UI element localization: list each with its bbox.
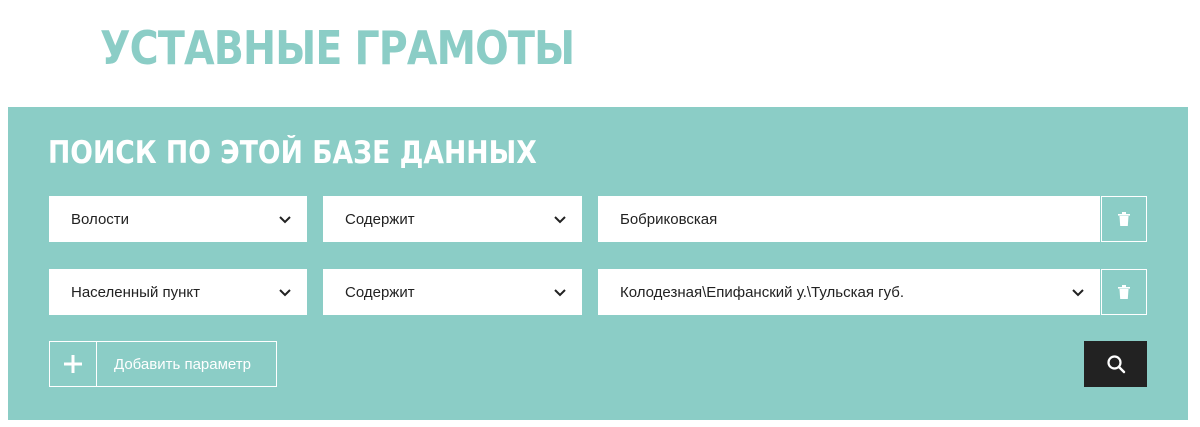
chevron-down-icon (554, 289, 566, 297)
value-input-text: Бобриковская (620, 210, 718, 228)
field-select-value: Населенный пункт (71, 283, 201, 301)
delete-row-2-button[interactable] (1101, 269, 1147, 315)
plus-icon (50, 342, 97, 386)
chevron-down-icon (1072, 289, 1084, 297)
field-select-value: Волости (71, 210, 130, 228)
search-submit-button[interactable] (1084, 341, 1147, 387)
page-title: УСТАВНЫЕ ГРАМОТЫ (100, 21, 575, 75)
condition-select-row-1[interactable]: Содержит (323, 196, 582, 242)
value-input-row-1[interactable]: Бобриковская (598, 196, 1100, 242)
value-select-value: Колодезная\Епифанский у.\Тульская губ. (620, 283, 905, 301)
chevron-down-icon (554, 216, 566, 224)
search-panel-title: ПОИСК ПО ЭТОЙ БАЗЕ ДАННЫХ (48, 135, 537, 171)
field-select-row-1[interactable]: Волости (49, 196, 307, 242)
field-select-row-2[interactable]: Населенный пункт (49, 269, 307, 315)
condition-select-value: Содержит (345, 283, 415, 301)
chevron-down-icon (279, 216, 291, 224)
add-parameter-label: Добавить параметр (114, 355, 251, 373)
search-icon (1106, 355, 1125, 374)
condition-select-row-2[interactable]: Содержит (323, 269, 582, 315)
trash-icon (1118, 212, 1130, 226)
delete-row-1-button[interactable] (1101, 196, 1147, 242)
chevron-down-icon (279, 289, 291, 297)
add-parameter-button[interactable]: Добавить параметр (49, 341, 277, 387)
search-panel: ПОИСК ПО ЭТОЙ БАЗЕ ДАННЫХ Волости Содерж… (8, 107, 1188, 420)
value-select-row-2[interactable]: Колодезная\Епифанский у.\Тульская губ. (598, 269, 1100, 315)
condition-select-value: Содержит (345, 210, 415, 228)
trash-icon (1118, 285, 1130, 299)
